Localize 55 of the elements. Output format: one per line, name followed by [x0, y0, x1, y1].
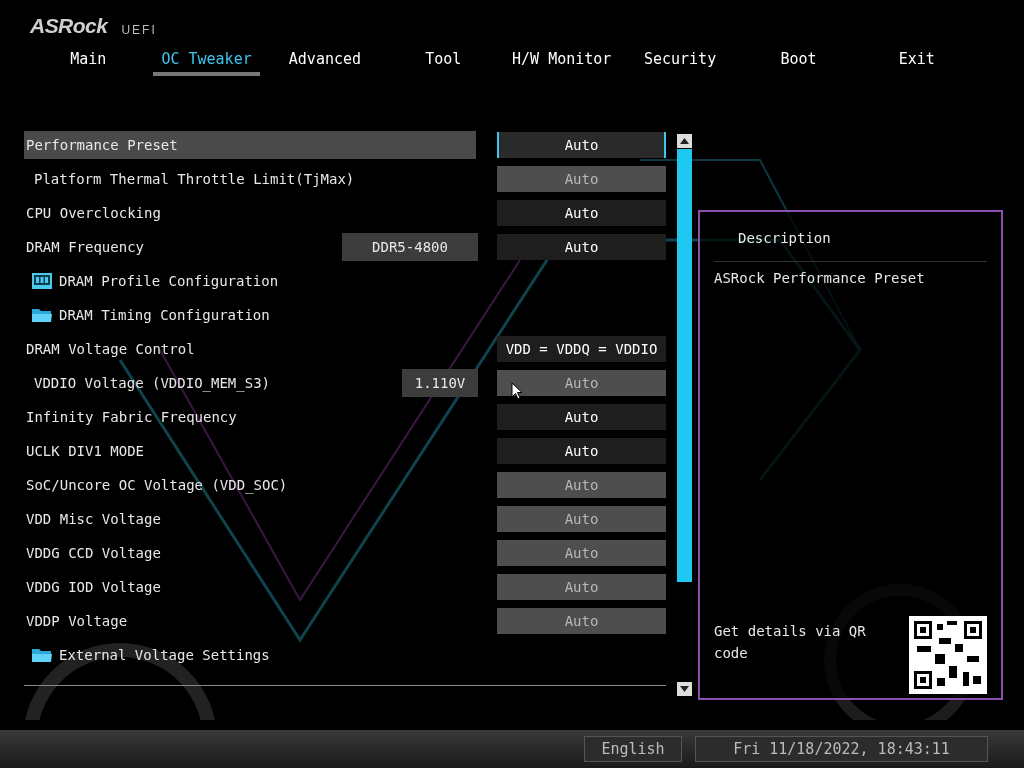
setting-label[interactable]: DRAM Voltage Control	[24, 335, 195, 363]
description-text: ASRock Performance Preset	[714, 269, 926, 288]
option-button[interactable]: Auto	[497, 166, 666, 192]
setting-label[interactable]: VDDG CCD Voltage	[24, 539, 161, 567]
uefi-label: UEFI	[121, 24, 157, 36]
setting-label[interactable]: VDD Misc Voltage	[24, 505, 161, 533]
setting-label[interactable]: VDDIO Voltage (VDDIO_MEM_S3)	[24, 369, 270, 397]
menu-tab[interactable]: Exit	[890, 46, 943, 76]
option-button[interactable]: Auto	[497, 506, 666, 532]
current-value-readout: DDR5-4800	[342, 233, 478, 261]
datetime-display: Fri 11/18/2022, 18:43:11	[695, 736, 988, 762]
submenu-link[interactable]: External Voltage Settings	[24, 641, 270, 669]
scroll-down-button[interactable]	[677, 682, 692, 696]
setting-label[interactable]: VDDP Voltage	[24, 607, 128, 635]
option-button[interactable]: Auto	[497, 234, 666, 260]
option-button[interactable]: Auto	[497, 438, 666, 464]
description-title: Description	[714, 212, 987, 262]
menu-tab[interactable]: OC Tweaker	[153, 46, 260, 76]
option-button[interactable]: Auto	[497, 404, 666, 430]
folder-icon	[31, 646, 53, 664]
menu-tab[interactable]: Main	[62, 46, 115, 76]
scroll-up-button[interactable]	[677, 134, 692, 148]
menu-tab[interactable]: H/W Monitor	[504, 46, 620, 76]
option-button[interactable]: Auto	[497, 540, 666, 566]
option-button[interactable]: Auto	[497, 132, 666, 158]
scrollbar-thumb[interactable]	[677, 149, 692, 582]
option-button[interactable]: Auto	[497, 574, 666, 600]
setting-label[interactable]: Infinity Fabric Frequency	[24, 403, 237, 431]
menu-tab[interactable]: Advanced	[280, 46, 370, 76]
option-button[interactable]: Auto	[497, 472, 666, 498]
option-button[interactable]: Auto	[497, 370, 666, 396]
option-button[interactable]: VDD = VDDQ = VDDIO	[497, 336, 666, 362]
menu-tab[interactable]: Boot	[772, 46, 825, 76]
submenu-link[interactable]: DRAM Profile Configuration	[24, 267, 279, 295]
memory-module-icon	[31, 272, 53, 290]
menu-tab[interactable]: Security	[635, 46, 725, 76]
setting-label[interactable]: CPU Overclocking	[24, 199, 161, 227]
setting-label[interactable]: VDDG IOD Voltage	[24, 573, 161, 601]
logo: ASRock	[30, 15, 108, 36]
down-arrow-icon	[680, 686, 689, 692]
setting-label[interactable]: DRAM Frequency	[24, 233, 144, 261]
option-button[interactable]: Auto	[497, 200, 666, 226]
mouse-pointer-icon	[511, 382, 523, 400]
menu-tab[interactable]: Tool	[417, 46, 470, 76]
setting-label[interactable]: Performance Preset	[24, 131, 476, 159]
option-button[interactable]: Auto	[497, 608, 666, 634]
setting-label[interactable]: UCLK DIV1 MODE	[24, 437, 144, 465]
submenu-link[interactable]: DRAM Timing Configuration	[24, 301, 270, 329]
setting-label[interactable]: Platform Thermal Throttle Limit(TjMax)	[24, 165, 355, 193]
language-button[interactable]: English	[584, 736, 682, 762]
up-arrow-icon	[680, 138, 689, 144]
setting-label[interactable]: SoC/Uncore OC Voltage (VDD_SOC)	[24, 471, 288, 499]
current-value-readout: 1.110V	[402, 369, 478, 397]
folder-icon	[31, 306, 53, 324]
qr-hint-text: Get details via QR code	[714, 622, 867, 663]
